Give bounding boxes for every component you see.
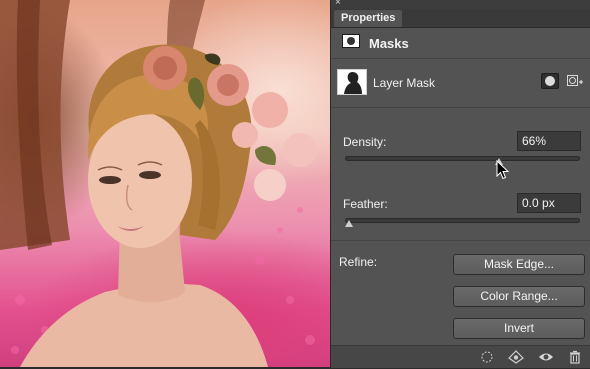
mask-silhouette-icon [344,71,362,94]
density-field[interactable]: 66% [517,131,581,151]
feather-slider-thumb[interactable] [345,220,353,227]
feather-label: Feather: [343,197,388,211]
divider [331,58,590,59]
layer-mask-thumbnail[interactable] [337,69,367,95]
panel-top-strip: × [331,0,590,9]
color-range-button[interactable]: Color Range... [453,286,585,307]
mask-edge-button[interactable]: Mask Edge... [453,254,585,275]
layer-mask-label: Layer Mask [373,76,436,90]
density-slider-track[interactable] [345,156,580,161]
section-title: Masks [369,36,409,51]
visibility-eye-icon[interactable] [538,350,553,364]
divider [331,240,590,241]
add-vector-mask-button[interactable] [566,73,584,89]
density-label: Density: [343,135,387,149]
close-panel-icon[interactable]: × [335,0,341,9]
vector-mask-icon [567,75,583,86]
select-pixel-mask-button[interactable] [541,73,559,89]
divider [331,107,590,108]
invert-button[interactable]: Invert [453,318,585,339]
portrait-photo [0,0,317,367]
trash-icon[interactable] [568,350,582,364]
tab-properties[interactable]: Properties [334,10,403,27]
document-canvas[interactable] [0,0,330,367]
mask-icon [342,34,360,48]
panel-tab-bar: Properties [331,9,590,28]
refine-label: Refine: [339,255,378,269]
apply-mask-icon[interactable] [508,350,524,364]
mouse-pointer-icon [496,159,510,185]
feather-slider-track[interactable] [345,218,580,223]
load-selection-icon[interactable] [480,350,494,364]
properties-panel: × Properties Masks Layer Mask Density: 6… [330,0,590,368]
feather-field[interactable]: 0.0 px [517,193,581,213]
